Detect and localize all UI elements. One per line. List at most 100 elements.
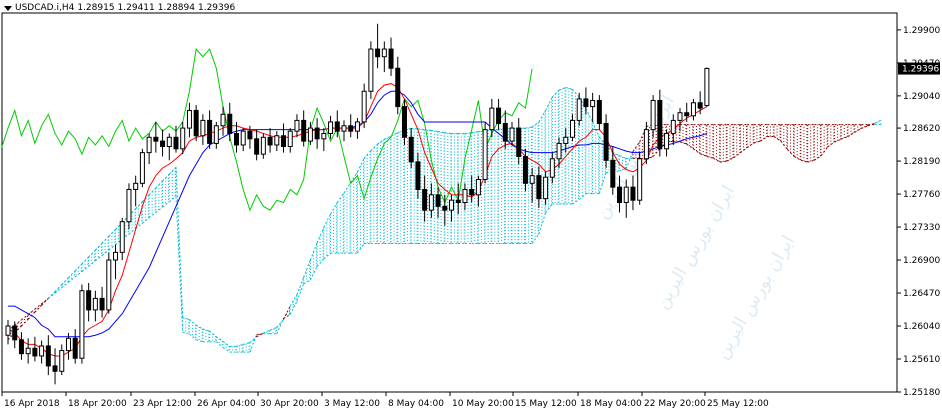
candle-bull — [166, 136, 172, 147]
y-tick-label: 1.28190 — [903, 157, 940, 167]
candle-bull — [294, 119, 300, 132]
candle-bear — [630, 186, 636, 201]
candle-bull — [543, 176, 549, 200]
candle-bull — [126, 188, 132, 223]
candle-bull — [650, 99, 656, 131]
candle-bear — [522, 155, 528, 184]
kumo-span-b — [578, 193, 587, 200]
kumo-span-b — [545, 203, 553, 214]
candle-bull — [5, 325, 11, 336]
candle-bull — [106, 259, 112, 311]
candle-bear — [207, 119, 213, 144]
candle-bear — [415, 161, 421, 190]
symbol-header: USDCAD.i,H4 1.28915 1.29411 1.28894 1.29… — [4, 3, 235, 13]
symbol-label: USDCAD.i,H4 — [15, 3, 75, 13]
candle-bull — [213, 125, 219, 144]
x-tick-label: 30 Apr 20:00 — [260, 399, 319, 409]
candle-bull — [133, 182, 139, 190]
x-tick-label: 3 May 12:00 — [324, 399, 380, 409]
candlestick-chart[interactable]: ایران بورس الیرینایران بورس الیرینایران … — [0, 0, 942, 414]
kumo-span-b — [283, 314, 291, 319]
candle-bear — [254, 138, 260, 155]
candle-bear — [496, 107, 502, 124]
candle-bull — [428, 194, 434, 211]
candle-bear — [12, 325, 18, 341]
candle-bull — [482, 129, 488, 180]
candle-bear — [469, 188, 475, 196]
candle-bull — [361, 90, 367, 123]
candle-bull — [529, 175, 535, 184]
y-tick-label: 1.29040 — [903, 92, 940, 102]
candle-bull — [119, 221, 125, 253]
candle-bull — [113, 251, 119, 261]
candle-bull — [180, 127, 186, 150]
candle-bull — [200, 119, 206, 137]
candle-bull — [25, 347, 31, 355]
candle-bull — [509, 127, 515, 142]
kumo-span-b — [323, 252, 331, 260]
candle-bull — [381, 48, 387, 58]
kumo-span-b — [309, 266, 318, 281]
y-tick-label: 1.28620 — [903, 124, 940, 134]
candle-bear — [603, 122, 609, 161]
candle-bear — [314, 127, 320, 140]
candle-bear — [281, 135, 287, 147]
candle-bear — [193, 109, 199, 137]
candle-bear — [657, 99, 663, 150]
candle-bull — [139, 152, 145, 184]
candle-bull — [321, 132, 327, 140]
x-tick-label: 23 Apr 12:00 — [133, 399, 192, 409]
candle-bear — [153, 136, 159, 142]
candle-bull — [677, 112, 683, 121]
candle-bear — [86, 290, 92, 311]
x-tick-label: 25 May 12:00 — [707, 399, 769, 409]
candle-bull — [704, 68, 710, 106]
candle-bull — [65, 337, 71, 352]
candle-bull — [274, 135, 280, 146]
candle-bull — [260, 136, 266, 155]
y-tick-label: 1.25180 — [903, 388, 940, 398]
candle-bear — [375, 48, 381, 58]
candle-bear — [247, 130, 253, 140]
x-tick-label: 18 May 04:00 — [580, 399, 642, 409]
x-tick-label: 18 Apr 20:00 — [68, 399, 127, 409]
kumo-span-b — [357, 243, 365, 254]
chart-container: ایران بورس الیرین ایران بورس الیرین ایران … — [0, 0, 942, 414]
candle-bear — [684, 112, 690, 117]
low-value: 1.28894 — [157, 3, 195, 13]
candle-bear — [334, 121, 340, 132]
candle-bull — [643, 129, 649, 160]
candle-bull — [462, 188, 468, 203]
candle-bull — [670, 119, 676, 134]
candle-bull — [146, 136, 152, 154]
x-tick-label: 8 May 04:00 — [388, 399, 444, 409]
candle-bull — [637, 158, 643, 201]
watermark-text: ایران بورس الیرین — [651, 182, 739, 313]
kumo-span-a — [249, 336, 257, 343]
x-tick-label: 26 Apr 04:00 — [197, 399, 256, 409]
x-tick-label: 15 May 12:00 — [515, 399, 577, 409]
candle-bear — [395, 67, 401, 108]
candle-bear — [401, 106, 407, 138]
close-value: 1.29396 — [197, 3, 236, 13]
x-tick-label: 10 May 20:00 — [452, 399, 514, 409]
dropdown-triangle-icon[interactable] — [4, 5, 12, 11]
y-tick-label: 1.25610 — [903, 355, 940, 365]
candle-bear — [388, 48, 394, 69]
y-tick-label: 1.26470 — [903, 289, 940, 299]
candle-bear — [697, 102, 703, 109]
y-tick-label: 1.26040 — [903, 322, 940, 332]
y-tick-label: 1.26900 — [903, 256, 940, 266]
candle-bull — [664, 132, 670, 150]
candle-bear — [610, 159, 616, 188]
candle-bear — [536, 175, 542, 200]
candle-bull — [240, 130, 246, 146]
watermark-text: ایران بورس الیرین — [711, 232, 799, 363]
candle-bear — [72, 337, 78, 359]
candle-bull — [368, 48, 374, 92]
candle-bull — [556, 142, 562, 160]
candle-bull — [220, 113, 226, 127]
candle-bear — [32, 347, 38, 357]
kumo-span-b — [168, 195, 177, 203]
y-tick-label: 1.27330 — [903, 223, 940, 233]
